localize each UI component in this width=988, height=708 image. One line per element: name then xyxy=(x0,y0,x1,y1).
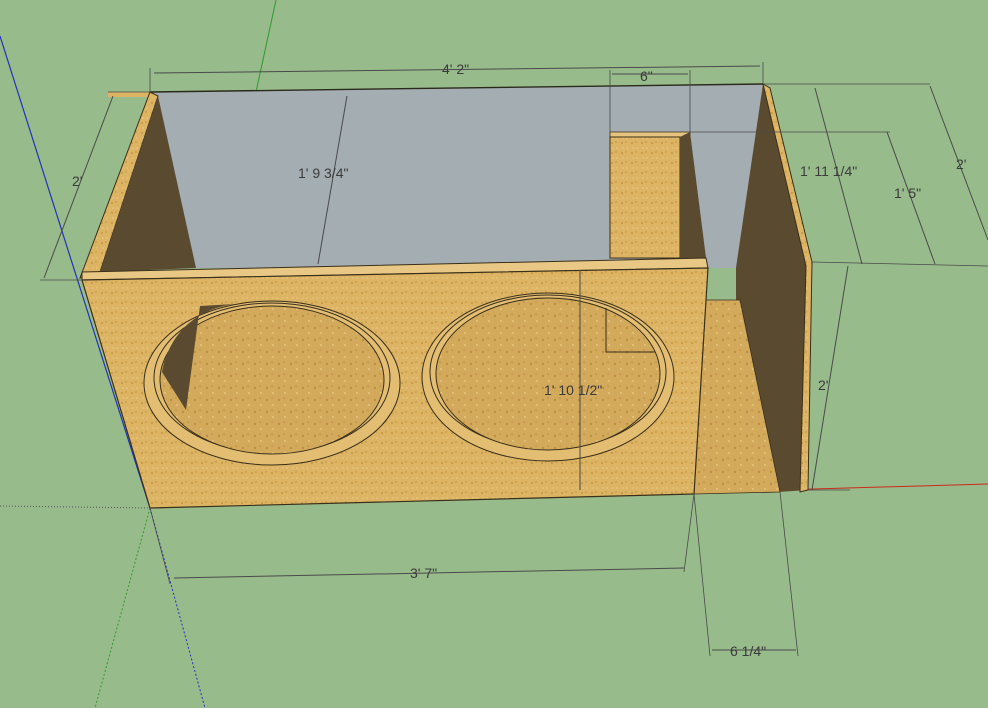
red-axis-dotted xyxy=(0,505,151,509)
right-woofer-cutout[interactable] xyxy=(421,292,675,462)
dim-left-height: 2' xyxy=(72,173,82,189)
dim-right-outer: 2' xyxy=(956,156,966,172)
dim-inner-height: 1' 9 3/4" xyxy=(298,165,348,181)
green-axis-dotted xyxy=(94,507,151,708)
dim-overall-width: 4' 2" xyxy=(442,61,469,77)
left-woofer-cutout[interactable] xyxy=(143,300,401,466)
dim-front-width: 3' 7" xyxy=(410,565,437,581)
dim-port-opening: 6 1/4" xyxy=(730,643,766,659)
top-left-edge xyxy=(108,92,150,97)
green-axis xyxy=(255,0,277,93)
dim-port-width: 6" xyxy=(640,68,653,84)
dim-depth-right: 1' 11 1/4" xyxy=(800,163,857,179)
model-viewport[interactable]: 4' 2" 6" 2' 1' 9 3/4" 1' 11 1/4" 1' 5" 2… xyxy=(0,0,988,708)
port-divider[interactable] xyxy=(609,136,681,259)
dim-cutout-diameter: 1' 10 1/2" xyxy=(544,382,602,398)
dim-front-height: 2' xyxy=(818,377,828,393)
dim-port-height: 1' 5" xyxy=(894,185,921,201)
